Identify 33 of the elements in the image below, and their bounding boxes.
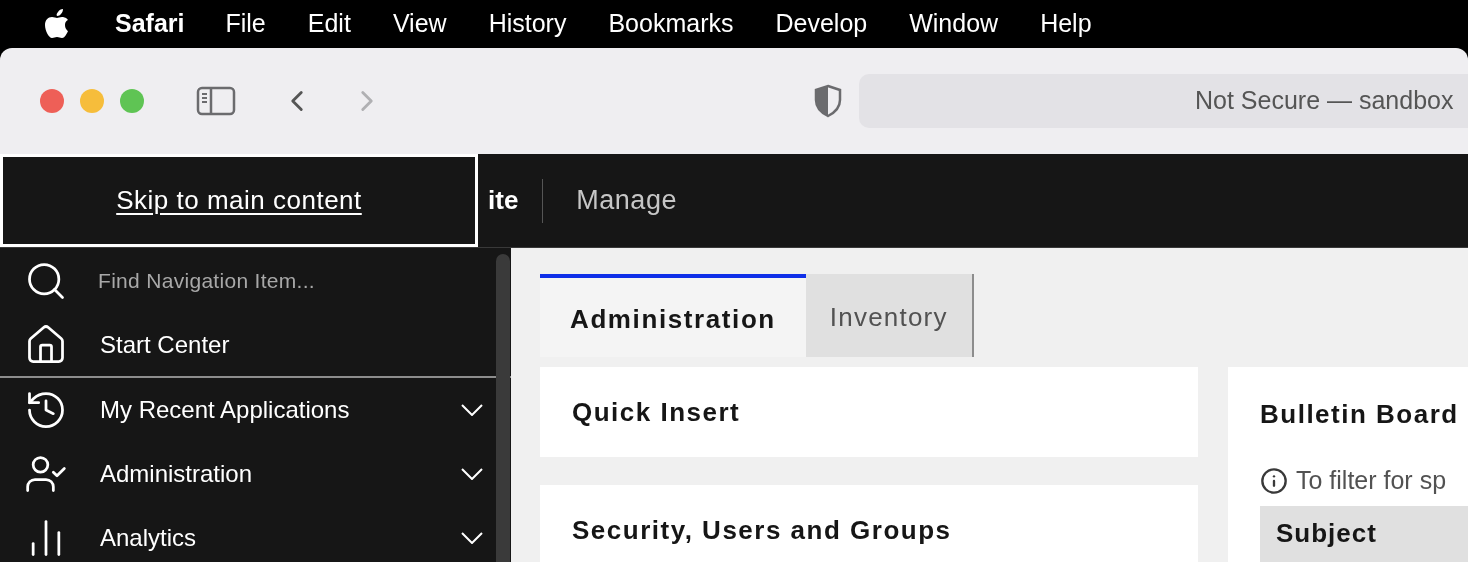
navigation-item[interactable]: My Recent Applications xyxy=(0,378,511,442)
menu-item[interactable]: Edit xyxy=(307,5,351,43)
tab[interactable]: Administration xyxy=(540,274,806,357)
menu-item[interactable]: Help xyxy=(1040,5,1092,43)
shield-icon[interactable] xyxy=(813,84,843,118)
navigation-search-field[interactable]: Find Navigation Item... xyxy=(98,265,478,297)
navigation-item-label: Start Center xyxy=(100,330,231,360)
menu-item[interactable]: Window xyxy=(909,5,999,43)
header-title: ite xyxy=(488,184,519,217)
card-title: Security, Users and Groups xyxy=(572,513,952,547)
skip-link[interactable]: Skip to main content xyxy=(0,154,478,247)
app-menu[interactable]: Safari xyxy=(115,5,185,43)
column-header: Subject xyxy=(1260,505,1468,562)
info-icon xyxy=(1260,466,1288,495)
card-title: Quick Insert xyxy=(572,395,741,429)
sidebar-toggle-icon[interactable] xyxy=(196,86,236,116)
navigation-item-label: Analytics xyxy=(100,523,198,553)
manage-link[interactable]: Manage xyxy=(576,180,677,221)
navigation-item[interactable]: Analytics xyxy=(0,506,511,562)
menu-item[interactable]: History xyxy=(488,5,567,43)
filter-hint: To filter for sp xyxy=(1296,465,1447,496)
tab[interactable]: Inventory xyxy=(805,274,974,357)
menu-item[interactable]: Develop xyxy=(775,5,868,43)
address-field[interactable]: Not Secure — sandbox xyxy=(859,74,1468,128)
navigation-item-label: Administration xyxy=(100,459,254,489)
menu-item[interactable]: File xyxy=(225,5,266,43)
navigation-item-label: My Recent Applications xyxy=(100,395,351,425)
navigation-item[interactable]: Administration xyxy=(0,442,511,506)
apple-icon[interactable] xyxy=(44,9,70,39)
card-title: Bulletin Board xyxy=(1260,398,1460,431)
close-window-button[interactable] xyxy=(40,89,64,113)
menu-item[interactable]: View xyxy=(392,5,447,43)
menu-item[interactable]: Bookmarks xyxy=(608,5,734,43)
